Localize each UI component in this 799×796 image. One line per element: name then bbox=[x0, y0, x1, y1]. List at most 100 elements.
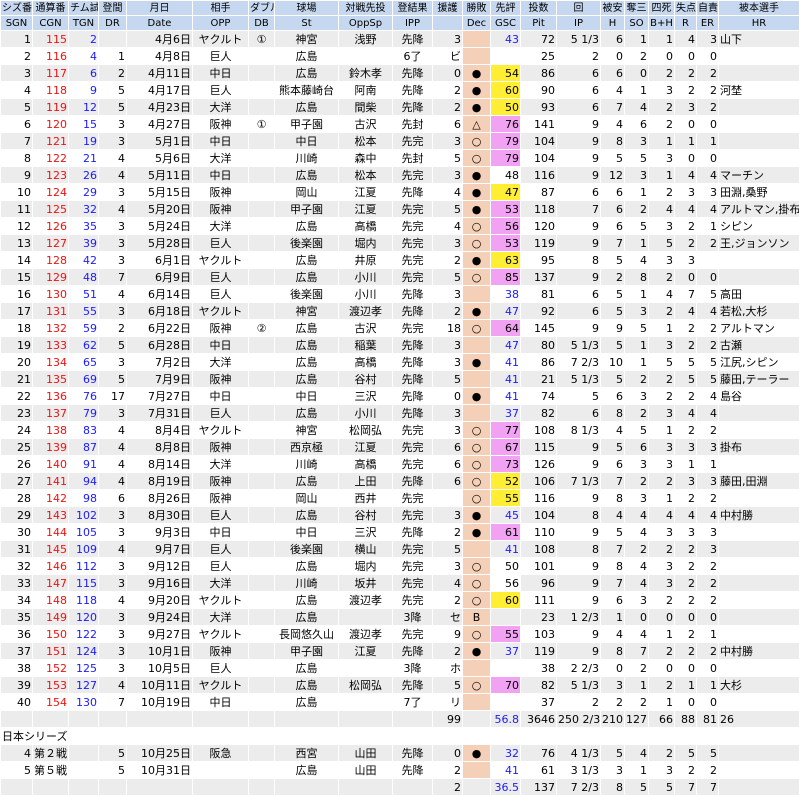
cell: 島谷 bbox=[719, 388, 799, 405]
cell: 先降 bbox=[393, 388, 433, 405]
cell: 神宮 bbox=[275, 303, 339, 320]
total-cell bbox=[249, 779, 275, 796]
cell: 0 bbox=[697, 48, 719, 65]
cell: 3 bbox=[649, 405, 675, 422]
cell: 中日 bbox=[193, 694, 249, 711]
cell: 153 bbox=[33, 677, 69, 694]
cell: 大洋 bbox=[193, 218, 249, 235]
cell: 118 bbox=[521, 201, 557, 218]
cell: 浅野 bbox=[339, 31, 393, 48]
cell: 4 bbox=[625, 99, 649, 116]
cell: 古沢 bbox=[339, 116, 393, 133]
cell: 3 bbox=[649, 337, 675, 354]
cell: 2 bbox=[649, 745, 675, 762]
cell: △ bbox=[463, 116, 491, 133]
cell bbox=[719, 48, 799, 65]
cell: 先完 bbox=[393, 558, 433, 575]
cell: 8 bbox=[557, 507, 601, 524]
cell: 阪神 bbox=[193, 371, 249, 388]
cell: 2 bbox=[649, 65, 675, 82]
cell: 0 bbox=[433, 65, 463, 82]
cell: 6 bbox=[557, 286, 601, 303]
cell: 6月14日 bbox=[127, 286, 193, 303]
cell: 先降 bbox=[393, 184, 433, 201]
cell: 4 bbox=[625, 507, 649, 524]
cell: 松本 bbox=[339, 133, 393, 150]
cell: 1 bbox=[625, 286, 649, 303]
cell: 2 bbox=[697, 65, 719, 82]
cell: 32 bbox=[1, 558, 33, 575]
cell: 0 bbox=[625, 609, 649, 626]
cell: ○ bbox=[463, 422, 491, 439]
cell: 先完 bbox=[393, 456, 433, 473]
cell: 10月19日 bbox=[127, 694, 193, 711]
cell: 2 bbox=[433, 762, 463, 779]
cell: 2 bbox=[697, 422, 719, 439]
cell: 先完 bbox=[393, 507, 433, 524]
cell: 1 bbox=[601, 609, 625, 626]
cell: マーチン bbox=[719, 167, 799, 184]
total-cell: 99 bbox=[433, 711, 463, 728]
cell: 41 bbox=[491, 354, 521, 371]
total-cell: 127 bbox=[625, 711, 649, 728]
cell: 2 bbox=[649, 371, 675, 388]
cell: 5 bbox=[99, 762, 127, 779]
cell: 中日 bbox=[275, 133, 339, 150]
cell bbox=[719, 456, 799, 473]
cell: 谷村 bbox=[339, 507, 393, 524]
cell: 先降 bbox=[393, 405, 433, 422]
cell: ● bbox=[463, 745, 491, 762]
cell: 3 bbox=[697, 541, 719, 558]
cell: 巨人 bbox=[193, 235, 249, 252]
cell: 74 bbox=[521, 388, 557, 405]
cell: 20 bbox=[1, 354, 33, 371]
cell: 3 bbox=[649, 439, 675, 456]
cell bbox=[491, 609, 521, 626]
cell: 104 bbox=[521, 507, 557, 524]
cell: 5 bbox=[433, 269, 463, 286]
cell: 12 bbox=[69, 99, 99, 116]
cell bbox=[249, 167, 275, 184]
cell: 2 bbox=[433, 643, 463, 660]
cell: 15 bbox=[69, 116, 99, 133]
cell: 9月7日 bbox=[127, 541, 193, 558]
cell: 3 bbox=[433, 31, 463, 48]
cell: ○ bbox=[463, 235, 491, 252]
cell: 広島 bbox=[275, 371, 339, 388]
cell: 9 bbox=[557, 320, 601, 337]
cell: 3 bbox=[649, 252, 675, 269]
cell bbox=[719, 609, 799, 626]
cell: 2 bbox=[557, 48, 601, 65]
cell: 41 bbox=[491, 388, 521, 405]
cell: 江夏 bbox=[339, 439, 393, 456]
cell bbox=[249, 252, 275, 269]
cell: 28 bbox=[1, 490, 33, 507]
cell: 69 bbox=[69, 371, 99, 388]
cell: 9 bbox=[601, 320, 625, 337]
cell: 松岡弘 bbox=[339, 677, 393, 694]
cell: 西京極 bbox=[275, 439, 339, 456]
cell: 7 bbox=[99, 269, 127, 286]
cell bbox=[249, 507, 275, 524]
cell bbox=[69, 762, 99, 779]
cell: 神宮 bbox=[275, 31, 339, 48]
cell bbox=[719, 626, 799, 643]
game-row: 61201534月27日阪神①甲子園古沢先封6△76141946200 bbox=[1, 116, 799, 133]
header-cell: 被安 bbox=[601, 1, 625, 16]
cell: 2 bbox=[675, 575, 697, 592]
cell: 127 bbox=[33, 235, 69, 252]
total-cell: 250 2/3 bbox=[557, 711, 601, 728]
cell: 14 bbox=[1, 252, 33, 269]
cell bbox=[719, 252, 799, 269]
cell: 2 bbox=[99, 65, 127, 82]
cell: 122 bbox=[69, 626, 99, 643]
cell: 52 bbox=[491, 473, 521, 490]
cell: 37 bbox=[491, 405, 521, 422]
cell: セ bbox=[433, 609, 463, 626]
cell: ● bbox=[463, 167, 491, 184]
cell: 146 bbox=[33, 558, 69, 575]
cell: 5 bbox=[697, 354, 719, 371]
cell: 39 bbox=[69, 235, 99, 252]
game-row: 111253245月20日阪神甲子園江夏先完5●53118762444アルトマン… bbox=[1, 201, 799, 218]
cell: 9月3日 bbox=[127, 524, 193, 541]
